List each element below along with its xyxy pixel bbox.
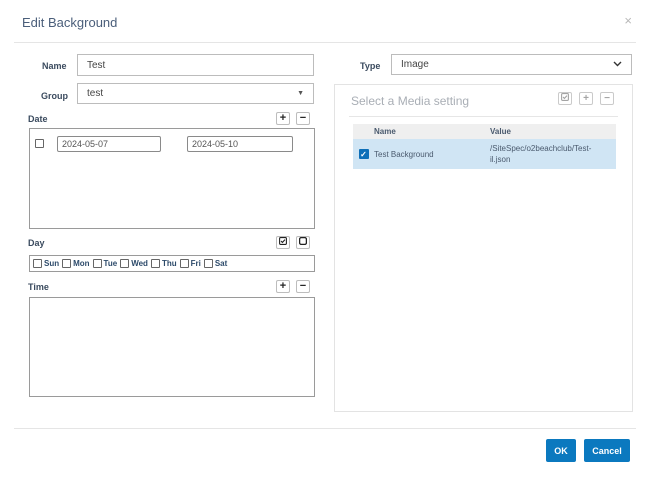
- date-end-input[interactable]: 2024-05-10: [187, 136, 293, 152]
- date-start-input[interactable]: 2024-05-07: [57, 136, 161, 152]
- day-sat[interactable]: Sat: [203, 259, 227, 268]
- plus-icon: +: [583, 93, 589, 104]
- date-start-value: 2024-05-07: [62, 139, 109, 149]
- footer-divider: [14, 428, 636, 429]
- cancel-button[interactable]: Cancel: [584, 439, 630, 462]
- type-label: Type: [360, 61, 381, 71]
- day-thu[interactable]: Thu: [150, 259, 177, 268]
- day-clear-button[interactable]: [296, 236, 310, 249]
- date-row-checkbox[interactable]: [35, 139, 44, 148]
- minus-icon: −: [604, 93, 610, 104]
- day-select-all-button[interactable]: [276, 236, 290, 249]
- group-value: test: [87, 88, 104, 99]
- minus-icon: −: [299, 112, 307, 124]
- date-panel: 2024-05-07 2024-05-10: [29, 128, 315, 229]
- day-label: Day: [28, 238, 45, 248]
- row-name: Test Background: [374, 149, 434, 159]
- name-label: Name: [42, 61, 67, 71]
- time-add-button[interactable]: +: [276, 280, 290, 293]
- square-icon: [298, 236, 308, 248]
- chevron-down-icon: [613, 59, 622, 70]
- day-checkbox-list: Sun Mon Tue Wed Thu Fri Sat: [29, 255, 315, 272]
- group-label: Group: [41, 91, 68, 101]
- name-value: Test: [87, 59, 106, 71]
- media-table-header: Name Value: [353, 124, 616, 139]
- column-header-name: Name: [374, 127, 396, 136]
- group-select[interactable]: test ▼: [77, 83, 314, 104]
- date-label: Date: [28, 114, 48, 124]
- plus-icon: +: [279, 280, 287, 292]
- date-remove-button[interactable]: −: [296, 112, 310, 125]
- media-panel-title: Select a Media setting: [351, 94, 470, 108]
- header-divider: [14, 42, 636, 43]
- media-panel: Select a Media setting + − Name Value ✓ …: [334, 84, 633, 412]
- chevron-down-icon: ▼: [297, 90, 304, 97]
- ok-button[interactable]: OK: [546, 439, 576, 462]
- check-square-icon: [561, 93, 569, 104]
- close-icon[interactable]: ×: [624, 13, 632, 28]
- day-wed[interactable]: Wed: [120, 259, 148, 268]
- media-select-button[interactable]: [558, 92, 572, 105]
- time-panel: [29, 297, 315, 397]
- row-value: /SiteSpec/o2beachclub/Test-il.json: [490, 144, 592, 164]
- media-table: Name Value ✓ Test Background /SiteSpec/o…: [353, 124, 616, 169]
- media-divider: [349, 116, 618, 117]
- row-checkbox[interactable]: ✓: [358, 149, 369, 159]
- day-fri[interactable]: Fri: [179, 259, 201, 268]
- column-header-value: Value: [490, 127, 511, 136]
- media-remove-button[interactable]: −: [600, 92, 614, 105]
- media-add-button[interactable]: +: [579, 92, 593, 105]
- time-remove-button[interactable]: −: [296, 280, 310, 293]
- dialog-title: Edit Background: [22, 15, 118, 30]
- time-label: Time: [28, 282, 49, 292]
- minus-icon: −: [299, 280, 307, 292]
- check-square-icon: [279, 237, 287, 248]
- date-end-value: 2024-05-10: [192, 139, 239, 149]
- name-input[interactable]: Test: [77, 54, 314, 76]
- plus-icon: +: [279, 112, 287, 124]
- table-row[interactable]: ✓ Test Background /SiteSpec/o2beachclub/…: [353, 139, 616, 169]
- day-mon[interactable]: Mon: [62, 259, 90, 268]
- date-add-button[interactable]: +: [276, 112, 290, 125]
- day-tue[interactable]: Tue: [92, 259, 117, 268]
- type-value: Image: [401, 59, 429, 70]
- day-sun[interactable]: Sun: [33, 259, 59, 268]
- type-select[interactable]: Image: [391, 54, 632, 75]
